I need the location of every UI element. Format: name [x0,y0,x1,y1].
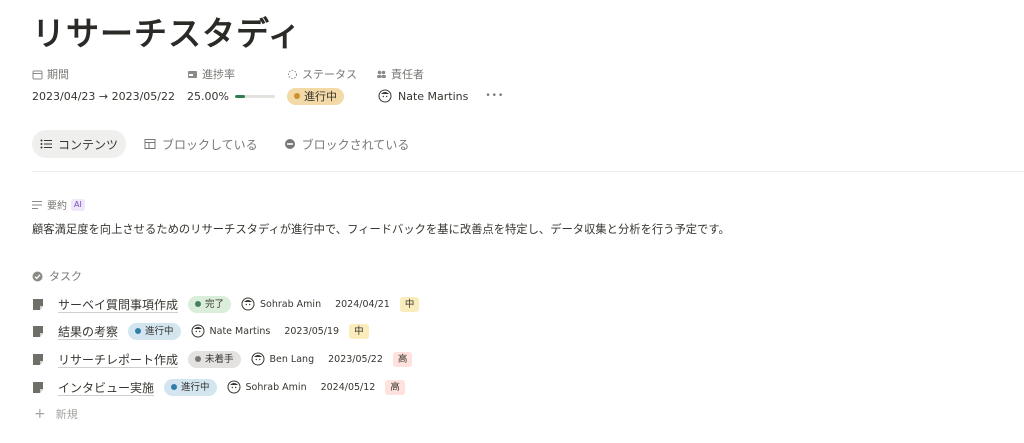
view-tabs: コンテンツ ブロックしている ブロックされている [32,130,417,158]
tasks-header[interactable]: タスク [32,268,82,284]
status-badge[interactable]: 進行中 [128,322,181,340]
list-icon [40,139,52,149]
assignee-name: Sohrab Amin [245,381,307,393]
tab-contents[interactable]: コンテンツ [32,130,127,158]
property-period-header[interactable]: 期間 [32,66,69,82]
page-icon [33,325,43,337]
plus-icon: + [34,406,46,422]
status-dot [294,93,300,99]
status-text: 進行中 [181,381,210,393]
progress-bar [234,94,275,98]
property-progress-label: 進捗率 [202,68,235,81]
progress-bar-fill [234,94,245,98]
avatar-icon [227,380,241,394]
assignee[interactable]: Sohrab Amin [227,380,307,394]
summary-label: 要約 [47,201,67,212]
task-name[interactable]: サーベイ質問事項作成 [58,296,178,313]
owner-name: Nate Martins [398,89,469,103]
calendar-icon [32,69,43,80]
table-icon [144,139,156,149]
assignee[interactable]: Ben Lang [251,352,315,366]
avatar-icon [191,324,205,338]
task-name[interactable]: インタビュー実施 [58,379,154,396]
property-owner-header[interactable]: 責任者 [376,66,424,82]
due-date[interactable]: 2023/05/22 [328,354,383,365]
due-date[interactable]: 2023/05/19 [284,326,339,337]
people-icon [376,69,387,80]
task-name[interactable]: 結果の考察 [58,323,118,340]
block-icon [284,139,295,149]
status-spinner-icon [287,69,298,80]
status-badge[interactable]: 進行中 [164,378,217,396]
table-row[interactable]: インタビュー実施 進行中 Sohrab Amin 2024/05/12 高 [32,377,405,397]
progress-icon [187,69,198,80]
assignee-name: Sohrab Amin [260,298,322,310]
text-lines-icon [32,200,42,209]
check-circle-icon [32,271,43,281]
assignee[interactable]: Nate Martins [191,324,271,338]
avatar-icon [251,352,265,366]
page-icon [33,298,43,310]
status-badge[interactable]: 完了 [188,295,232,313]
status-dot [135,328,142,334]
new-task-label: 新規 [55,408,78,421]
due-date[interactable]: 2024/05/12 [321,382,376,393]
task-name[interactable]: リサーチレポート作成 [58,351,178,368]
status-badge[interactable]: 未着手 [188,350,241,368]
assignee[interactable]: Sohrab Amin [241,297,321,311]
page-title: リサーチスタディ [32,14,302,53]
tab-blocking[interactable]: ブロックしている [136,130,266,158]
summary-header[interactable]: 要約 AI [32,197,85,212]
tab-blocking-label: ブロックしている [162,137,258,152]
avatar-icon [241,297,255,311]
table-row[interactable]: リサーチレポート作成 未着手 Ben Lang 2023/05/22 高 [32,349,413,369]
summary-text[interactable]: 顧客満足度を向上させるためのリサーチスタディが進行中で、フィードバックを基に改善… [32,221,730,237]
status-dot [195,356,202,362]
priority-badge[interactable]: 中 [399,296,420,312]
tasks-label: タスク [49,270,82,283]
tab-contents-label: コンテンツ [58,137,119,152]
tab-blocked-by[interactable]: ブロックされている [276,130,418,158]
table-row[interactable]: サーベイ質問事項作成 完了 Sohrab Amin 2024/04/21 中 [32,294,420,314]
status-value[interactable]: 進行中 [287,87,344,105]
status-badge[interactable]: 進行中 [287,87,344,105]
more-options-icon[interactable]: ••• [485,91,504,101]
property-status-header[interactable]: ステータス [287,66,357,82]
status-text: 進行中 [304,89,337,103]
divider [32,171,1024,172]
status-text: 完了 [205,298,225,310]
assignee-name: Ben Lang [269,353,315,365]
status-text: 進行中 [145,325,174,337]
table-row[interactable]: 結果の考察 進行中 Nate Martins 2023/05/19 中 [32,321,369,341]
priority-badge[interactable]: 中 [349,323,369,339]
tab-blocked-by-label: ブロックされている [301,137,410,152]
property-status-label: ステータス [302,68,357,81]
owner-value[interactable]: Nate Martins ••• [378,88,504,104]
new-task-button[interactable]: + 新規 [34,406,78,422]
status-dot [195,301,202,307]
avatar-icon [378,89,392,103]
ai-badge: AI [71,198,85,211]
status-text: 未着手 [205,353,234,365]
property-period-label: 期間 [47,68,69,81]
period-value[interactable]: 2023/04/23 → 2023/05/22 [32,88,175,104]
priority-badge[interactable]: 高 [385,379,405,395]
property-owner-label: 責任者 [391,68,424,81]
page-icon [33,381,43,393]
progress-value[interactable]: 25.00% [187,88,275,104]
priority-badge[interactable]: 高 [392,351,413,367]
page-icon [33,353,43,365]
status-dot [171,384,178,390]
property-progress-header[interactable]: 進捗率 [187,66,235,82]
assignee-name: Nate Martins [209,325,271,337]
progress-percent: 25.00% [187,89,229,103]
due-date[interactable]: 2024/04/21 [335,299,390,310]
